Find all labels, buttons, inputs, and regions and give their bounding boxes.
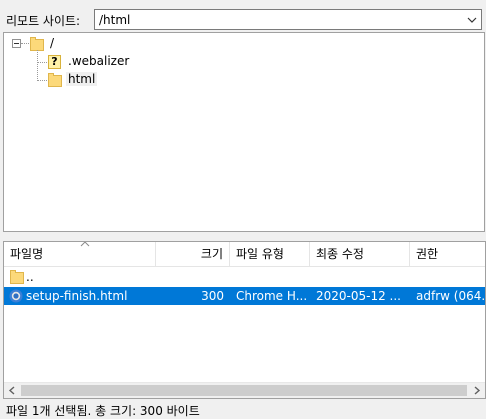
file-name: setup-finish.html — [26, 289, 128, 303]
tree-node-label: html — [66, 72, 98, 86]
remote-path-value[interactable]: /html — [99, 13, 130, 27]
file-name: .. — [26, 270, 34, 284]
column-header-filename[interactable]: 파일명 — [4, 242, 156, 266]
tree-node-label: .webalizer — [68, 54, 130, 68]
scrollbar-thumb[interactable] — [21, 385, 467, 396]
horizontal-scrollbar[interactable] — [4, 382, 485, 398]
remote-path-combobox[interactable]: /html — [94, 9, 482, 30]
scroll-right-icon[interactable] — [469, 383, 485, 398]
collapse-toggle-icon[interactable] — [12, 39, 21, 48]
column-header-modified[interactable]: 최종 수정 — [310, 242, 410, 266]
status-bar: 파일 1개 선택됨. 총 크기: 300 바이트 — [0, 400, 486, 418]
file-row-parent[interactable]: .. — [4, 268, 485, 286]
tree-node-label: / — [50, 36, 55, 50]
tree-connector — [37, 80, 47, 81]
file-type: Chrome H... — [236, 289, 308, 303]
pane-splitter[interactable] — [0, 232, 486, 241]
question-folder-icon: ? — [48, 55, 61, 69]
column-header-permissions[interactable]: 권한 — [410, 242, 485, 266]
remote-site-label: 리모트 사이트: — [6, 14, 81, 28]
folder-icon — [10, 270, 24, 284]
file-modified: 2020-05-12 ... — [316, 289, 401, 303]
status-text: 파일 1개 선택됨. 총 크기: 300 바이트 — [6, 404, 200, 418]
tree-connector — [21, 43, 29, 44]
remote-file-list[interactable]: 파일명 크기 파일 유형 최종 수정 권한 .. setup-finish.ht… — [3, 241, 486, 399]
remote-site-bar: 리모트 사이트: /html — [0, 8, 486, 32]
folder-icon — [48, 73, 62, 87]
file-permissions: adfrw (064... — [416, 289, 486, 303]
chevron-down-icon[interactable] — [466, 14, 478, 26]
file-row-setup-finish[interactable]: setup-finish.html 300 Chrome H... 2020-0… — [4, 287, 485, 305]
tree-connector — [37, 62, 47, 63]
tree-node-html[interactable]: html — [4, 71, 204, 89]
column-header-size[interactable]: 크기 — [156, 242, 230, 266]
tree-node-root[interactable]: / — [4, 35, 204, 53]
file-list-header: 파일명 크기 파일 유형 최종 수정 권한 — [4, 242, 485, 267]
tree-node-webalizer[interactable]: ? .webalizer — [4, 53, 204, 71]
scroll-left-icon[interactable] — [4, 383, 20, 398]
column-header-type[interactable]: 파일 유형 — [230, 242, 310, 266]
remote-directory-tree[interactable]: / ? .webalizer html — [3, 32, 485, 232]
sort-ascending-icon — [80, 242, 90, 247]
file-size: 300 — [201, 289, 224, 303]
chrome-icon — [9, 289, 23, 303]
